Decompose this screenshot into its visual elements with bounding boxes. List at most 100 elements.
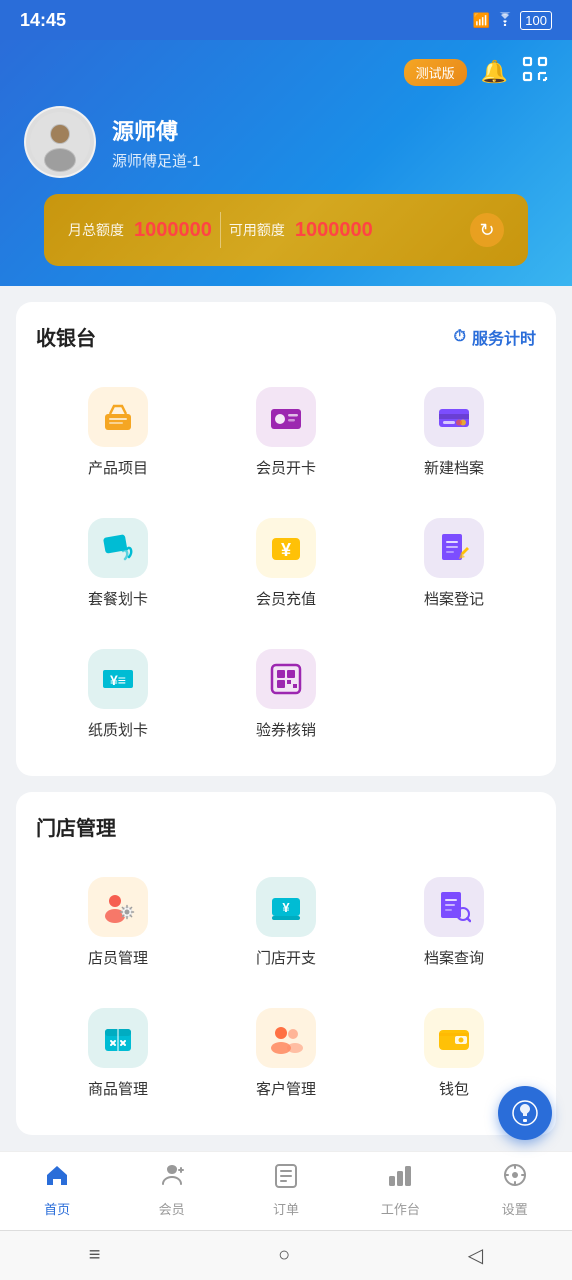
store-section: 门店管理 店员管理 ¥ 门店开支 档案查询 — [16, 792, 556, 1135]
cashier-item-1[interactable]: 会员开卡 — [204, 371, 368, 494]
quota-divider — [220, 212, 221, 248]
store-item-1[interactable]: ¥ 门店开支 — [204, 861, 368, 984]
refresh-button[interactable]: ↻ — [470, 213, 504, 247]
nav-icon-4 — [502, 1162, 528, 1195]
header-section: 测试版 🔔 源师傅 源师傅足道- — [0, 40, 572, 286]
cashier-grid: 产品项目 会员开卡 新建档案 套餐划卡 ¥ 会 — [36, 371, 536, 756]
store-icon-0 — [88, 877, 148, 937]
monthly-value: 1000000 — [134, 219, 212, 242]
nav-item-首页[interactable]: 首页 — [27, 1162, 87, 1218]
header-top: 测试版 🔔 — [24, 56, 548, 88]
timer-label: 服务计时 — [472, 325, 536, 349]
cashier-item-3[interactable]: 套餐划卡 — [36, 502, 200, 625]
store-icon-2 — [424, 877, 484, 937]
cashier-item-5[interactable]: 档案登记 — [372, 502, 536, 625]
store-label-3: 商品管理 — [88, 1078, 148, 1099]
monthly-quota: 月总额度 1000000 — [68, 219, 212, 242]
store-label-5: 钱包 — [439, 1078, 469, 1099]
svg-text:¥: ¥ — [281, 540, 291, 560]
svg-text:¥≡: ¥≡ — [110, 672, 126, 688]
service-timer-button[interactable]: ⏱ 服务计时 — [454, 325, 537, 349]
user-text: 源师傅 源师傅足道-1 — [112, 114, 200, 171]
store-icon-1: ¥ — [256, 877, 316, 937]
android-nav: ≡ ○ ◁ — [0, 1230, 572, 1280]
nav-item-工作台[interactable]: 工作台 — [370, 1162, 430, 1218]
nav-label-1: 会员 — [159, 1199, 185, 1218]
quota-card: 月总额度 1000000 可用额度 1000000 ↻ — [44, 194, 528, 266]
nav-icon-1 — [159, 1162, 185, 1195]
support-button[interactable] — [498, 1086, 552, 1140]
svg-text:¥: ¥ — [282, 900, 290, 915]
cashier-label-7: 验券核销 — [256, 719, 316, 740]
status-bar: 14:45 📶 100 — [0, 0, 572, 40]
notification-icon[interactable]: 🔔 — [481, 59, 508, 85]
cashier-label-5: 档案登记 — [424, 588, 484, 609]
cashier-icon-4: ¥ — [256, 518, 316, 578]
test-badge: 测试版 — [404, 59, 467, 86]
cashier-icon-1 — [256, 387, 316, 447]
store-item-2[interactable]: 档案查询 — [372, 861, 536, 984]
main-content: 收银台 ⏱ 服务计时 产品项目 会员开卡 — [0, 286, 572, 1167]
user-info: 源师傅 源师傅足道-1 — [24, 106, 548, 178]
android-menu[interactable]: ≡ — [89, 1244, 101, 1267]
cashier-label-6: 纸质划卡 — [88, 719, 148, 740]
cashier-item-6[interactable]: ¥≡ 纸质划卡 — [36, 633, 200, 756]
nav-label-0: 首页 — [44, 1199, 70, 1218]
cashier-icon-6: ¥≡ — [88, 649, 148, 709]
signal-icon: 📶 — [473, 12, 490, 29]
store-label-0: 店员管理 — [88, 947, 148, 968]
store-grid: 店员管理 ¥ 门店开支 档案查询 商品管理 — [36, 861, 536, 1115]
bottom-nav: 首页 会员 订单 工作台 设置 — [0, 1151, 572, 1230]
cashier-label-0: 产品项目 — [88, 457, 148, 478]
wifi-icon — [496, 12, 514, 29]
store-label-4: 客户管理 — [256, 1078, 316, 1099]
nav-icon-3 — [387, 1162, 413, 1195]
store-label-1: 门店开支 — [256, 947, 316, 968]
nav-icon-2 — [273, 1162, 299, 1195]
available-value: 1000000 — [295, 219, 373, 242]
store-item-3[interactable]: 商品管理 — [36, 992, 200, 1115]
quota-row: 月总额度 1000000 可用额度 1000000 — [68, 212, 470, 248]
cashier-item-2[interactable]: 新建档案 — [372, 371, 536, 494]
cashier-item-0[interactable]: 产品项目 — [36, 371, 200, 494]
store-item-0[interactable]: 店员管理 — [36, 861, 200, 984]
nav-item-设置[interactable]: 设置 — [485, 1162, 545, 1218]
cashier-label-3: 套餐划卡 — [88, 588, 148, 609]
cashier-item-7[interactable]: 验券核销 — [204, 633, 368, 756]
nav-icon-0 — [44, 1162, 70, 1195]
status-time: 14:45 — [20, 10, 66, 31]
nav-item-会员[interactable]: 会员 — [142, 1162, 202, 1218]
cashier-icon-5 — [424, 518, 484, 578]
store-title: 门店管理 — [36, 812, 116, 841]
store-header: 门店管理 — [36, 812, 536, 841]
user-shop: 源师傅足道-1 — [112, 150, 200, 171]
cashier-label-1: 会员开卡 — [256, 457, 316, 478]
battery-icon: 100 — [520, 11, 552, 30]
android-home[interactable]: ○ — [278, 1244, 290, 1267]
cashier-label-2: 新建档案 — [424, 457, 484, 478]
scan-icon[interactable] — [522, 56, 548, 88]
cashier-header: 收银台 ⏱ 服务计时 — [36, 322, 536, 351]
store-item-4[interactable]: 客户管理 — [204, 992, 368, 1115]
status-icons: 📶 100 — [473, 11, 552, 30]
store-icon-3 — [88, 1008, 148, 1068]
store-icon-5 — [424, 1008, 484, 1068]
android-back[interactable]: ◁ — [468, 1243, 483, 1268]
nav-item-订单[interactable]: 订单 — [256, 1162, 316, 1218]
nav-label-3: 工作台 — [381, 1199, 420, 1218]
timer-icon: ⏱ — [454, 328, 466, 346]
cashier-label-4: 会员充值 — [256, 588, 316, 609]
cashier-icon-0 — [88, 387, 148, 447]
cashier-item-4[interactable]: ¥ 会员充值 — [204, 502, 368, 625]
cashier-icon-2 — [424, 387, 484, 447]
store-icon-4 — [256, 1008, 316, 1068]
available-quota: 可用额度 1000000 — [229, 219, 373, 242]
cashier-section: 收银台 ⏱ 服务计时 产品项目 会员开卡 — [16, 302, 556, 776]
avatar — [24, 106, 96, 178]
store-label-2: 档案查询 — [424, 947, 484, 968]
monthly-label: 月总额度 — [68, 220, 124, 240]
cashier-title: 收银台 — [36, 322, 96, 351]
cashier-icon-7 — [256, 649, 316, 709]
nav-label-2: 订单 — [273, 1199, 299, 1218]
available-label: 可用额度 — [229, 220, 285, 240]
